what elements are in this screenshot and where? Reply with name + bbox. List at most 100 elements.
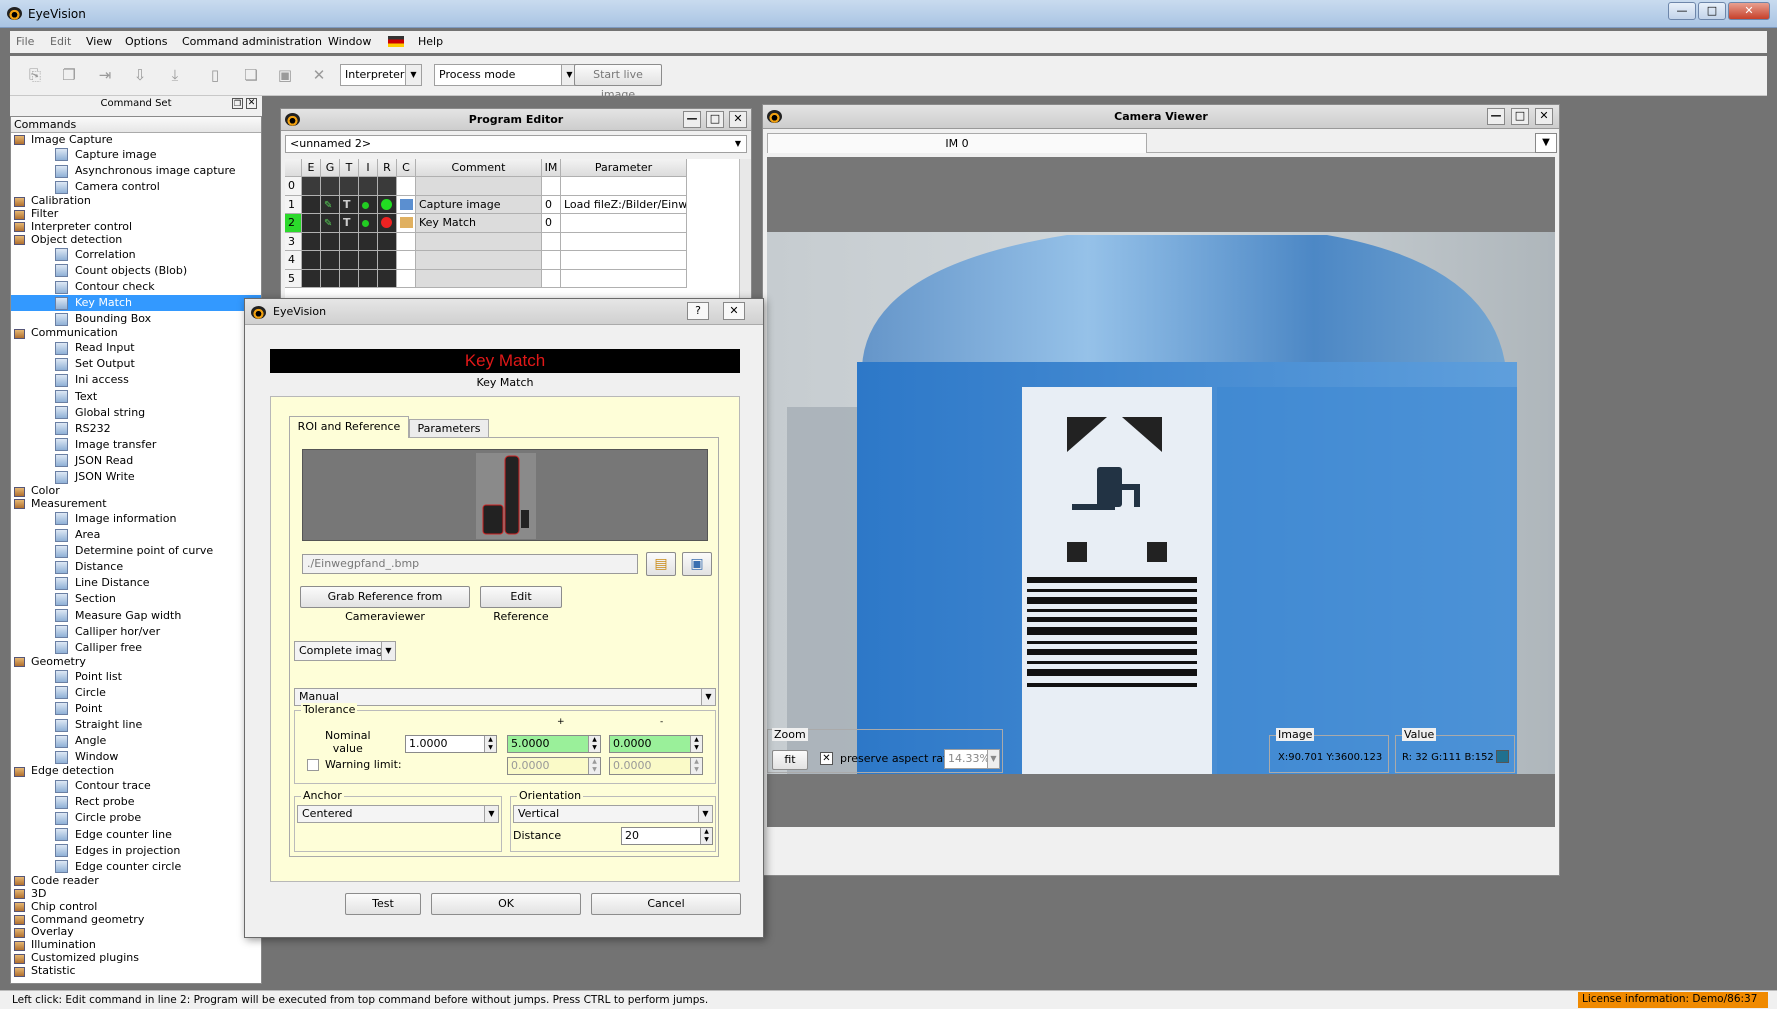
- tree-command[interactable]: Image transfer: [11, 437, 261, 453]
- flag-cell[interactable]: [378, 177, 397, 196]
- flag-cell[interactable]: [302, 195, 321, 214]
- tree-command[interactable]: Circle: [11, 685, 261, 701]
- orientation-select[interactable]: Vertical ▼: [513, 805, 713, 823]
- flag-cell[interactable]: [321, 232, 340, 251]
- flag-cell[interactable]: [397, 214, 416, 233]
- flag-icon[interactable]: [388, 36, 404, 47]
- close-icon[interactable]: ✕: [723, 302, 745, 320]
- comment-cell[interactable]: [416, 251, 542, 270]
- flag-cell[interactable]: [340, 251, 359, 270]
- command-tree[interactable]: Commands Image Capture Capture image Async…: [10, 116, 262, 984]
- roi-mode-select[interactable]: Complete image ▼: [294, 641, 396, 661]
- flag-cell[interactable]: [378, 251, 397, 270]
- ok-button[interactable]: OK: [431, 893, 581, 915]
- duplicate-icon[interactable]: ❏: [242, 65, 260, 85]
- row-number[interactable]: 2: [285, 214, 302, 233]
- spin-arrows-icon[interactable]: ▲ ▼: [690, 736, 702, 752]
- open-folder-icon[interactable]: ▤: [646, 552, 676, 576]
- flag-cell[interactable]: ✎: [321, 195, 340, 214]
- tree-command[interactable]: Camera control: [11, 179, 261, 195]
- menu-options[interactable]: Options: [125, 35, 167, 48]
- tree-command[interactable]: Distance: [11, 559, 261, 575]
- delete-icon[interactable]: ✕: [310, 65, 328, 85]
- parameter-cell[interactable]: [561, 214, 687, 233]
- menu-view[interactable]: View: [86, 35, 112, 48]
- im-cell[interactable]: [542, 269, 561, 288]
- tab-roi-reference[interactable]: ROI and Reference: [289, 416, 409, 438]
- tree-command[interactable]: Global string: [11, 405, 261, 421]
- tree-command[interactable]: Asynchronous image capture: [11, 163, 261, 179]
- tree-group[interactable]: Interpreter control: [11, 220, 261, 234]
- flag-cell[interactable]: [359, 232, 378, 251]
- tree-command[interactable]: Area: [11, 527, 261, 543]
- flag-cell[interactable]: ✎: [321, 214, 340, 233]
- tree-command[interactable]: Measure Gap width: [11, 608, 261, 624]
- float-icon[interactable]: ❐: [232, 98, 243, 109]
- maximize-icon[interactable]: □: [1511, 108, 1529, 125]
- column-header[interactable]: E: [302, 159, 321, 177]
- row-number[interactable]: 5: [285, 269, 302, 288]
- column-header[interactable]: Comment: [416, 159, 542, 177]
- tree-command[interactable]: Angle: [11, 733, 261, 749]
- tree-command[interactable]: Image information: [11, 511, 261, 527]
- im-cell[interactable]: 0: [542, 214, 561, 233]
- flag-cell[interactable]: [378, 269, 397, 288]
- close-panel-icon[interactable]: ✕: [246, 98, 257, 109]
- im-cell[interactable]: 0: [542, 195, 561, 214]
- tree-command[interactable]: Edges in projection: [11, 843, 261, 859]
- tree-group[interactable]: Measurement: [11, 497, 261, 511]
- tree-command[interactable]: Key Match: [11, 295, 261, 312]
- flag-cell[interactable]: T: [340, 214, 359, 233]
- im-cell[interactable]: [542, 232, 561, 251]
- tree-group[interactable]: Statistic: [11, 964, 261, 978]
- mode-select[interactable]: Process mode ▼: [434, 64, 578, 86]
- flag-cell[interactable]: [397, 195, 416, 214]
- image-view[interactable]: [767, 157, 1555, 827]
- menu-window[interactable]: Window: [328, 35, 371, 48]
- flag-cell[interactable]: [397, 232, 416, 251]
- flag-cell[interactable]: [321, 251, 340, 270]
- nominal-spinbox[interactable]: 1.0000 ▲ ▼: [405, 735, 497, 753]
- move-down-icon[interactable]: ⇩: [131, 65, 149, 85]
- tree-command[interactable]: Ini access: [11, 372, 261, 388]
- tree-command[interactable]: Edge counter circle: [11, 859, 261, 875]
- tree-command[interactable]: Section: [11, 591, 261, 607]
- paste-icon[interactable]: ▣: [276, 65, 294, 85]
- flag-cell[interactable]: [340, 232, 359, 251]
- tree-group[interactable]: Chip control: [11, 900, 261, 914]
- tree-command[interactable]: Calliper hor/ver: [11, 624, 261, 640]
- menu-help[interactable]: Help: [418, 35, 443, 48]
- spin-arrows-icon[interactable]: ▲ ▼: [700, 828, 712, 844]
- tree-command[interactable]: Determine point of curve: [11, 543, 261, 559]
- maximize-icon[interactable]: □: [706, 111, 724, 128]
- tab-parameters[interactable]: Parameters: [409, 419, 489, 438]
- spin-arrows-icon[interactable]: ▲ ▼: [690, 758, 702, 774]
- minimize-button[interactable]: —: [1668, 2, 1696, 20]
- tree-group[interactable]: Edge detection: [11, 764, 261, 778]
- flag-cell[interactable]: [321, 177, 340, 196]
- move-bottom-icon[interactable]: ⤓: [166, 65, 184, 85]
- minimize-icon[interactable]: —: [1487, 108, 1505, 125]
- test-button[interactable]: Test: [345, 893, 421, 915]
- tree-command[interactable]: JSON Read: [11, 453, 261, 469]
- comment-cell[interactable]: [416, 232, 542, 251]
- edit-reference-button[interactable]: Edit Reference: [480, 586, 562, 623]
- tree-command[interactable]: Read Input: [11, 340, 261, 356]
- close-icon[interactable]: ✕: [1535, 108, 1553, 125]
- tree-group[interactable]: Geometry: [11, 655, 261, 669]
- column-header[interactable]: G: [321, 159, 340, 177]
- insert-icon[interactable]: ⇥: [96, 65, 114, 85]
- tree-command[interactable]: Line Distance: [11, 575, 261, 591]
- flag-cell[interactable]: [340, 177, 359, 196]
- comment-cell[interactable]: Key Match: [416, 214, 542, 233]
- warning-limit-checkbox[interactable]: [307, 759, 319, 771]
- warning-plus-spinbox[interactable]: 0.0000 ▲ ▼: [507, 757, 601, 775]
- comment-cell[interactable]: Capture image: [416, 195, 542, 214]
- menu-edit[interactable]: Edit: [50, 35, 71, 48]
- comment-cell[interactable]: [416, 177, 542, 196]
- column-header[interactable]: Parameter: [561, 159, 687, 177]
- tree-command[interactable]: Window: [11, 749, 261, 765]
- flag-cell[interactable]: [397, 177, 416, 196]
- cancel-button[interactable]: Cancel: [591, 893, 741, 915]
- tree-command[interactable]: Contour check: [11, 279, 261, 295]
